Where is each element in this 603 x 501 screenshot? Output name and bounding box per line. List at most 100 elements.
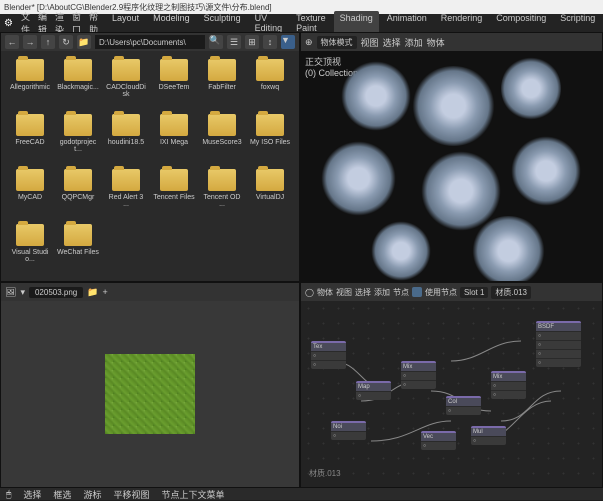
status-box: 框选 <box>53 488 71 501</box>
file-browser-header: ← → ↑ ↻ 📁 D:\Users\pc\Documents\ 🔍 ☰ ⊞ ↕… <box>1 33 299 51</box>
folder-item[interactable]: houdini18.5 <box>103 112 149 165</box>
shader-node[interactable]: Col○ <box>446 396 481 415</box>
shader-node[interactable]: Mul○ <box>471 426 506 445</box>
folder-item[interactable]: Tencent OD ... <box>199 167 245 220</box>
folder-icon <box>112 169 140 191</box>
node-editor-header: ◯ 物体 视图 选择 添加 节点 使用节点 Slot 1 材质.013 <box>301 283 602 301</box>
vp-menu-add[interactable]: 添加 <box>405 36 423 49</box>
status-bar: 🖱 选择 框选 游标 平移视图 节点上下文菜单 <box>0 488 603 500</box>
folder-icon <box>256 169 284 191</box>
sort-icon[interactable]: ↕ <box>263 35 277 49</box>
shader-node[interactable]: Noi○ <box>331 421 366 440</box>
folder-item[interactable]: Tencent Files <box>151 167 197 220</box>
path-input[interactable]: D:\Users\pc\Documents\ <box>95 35 205 49</box>
folder-icon <box>112 114 140 136</box>
vp-menu-select[interactable]: 选择 <box>383 36 401 49</box>
folder-icon <box>64 59 92 81</box>
folder-item[interactable]: foxwq <box>247 57 293 110</box>
mode-dropdown[interactable]: 物体模式 <box>317 36 357 49</box>
viewport-header: ⊕ 物体模式 视图 选择 添加 物体 <box>301 33 602 51</box>
use-nodes-label: 使用节点 <box>425 287 457 298</box>
folder-item[interactable]: FabFilter <box>199 57 245 110</box>
editor-type-icon[interactable]: ◯ <box>305 288 314 297</box>
folder-item[interactable]: godotproject... <box>55 112 101 165</box>
folder-item[interactable]: QQPCMgr <box>55 167 101 220</box>
vp-menu-view[interactable]: 视图 <box>361 36 379 49</box>
folder-item[interactable]: Red Alert 3 ... <box>103 167 149 220</box>
folder-item[interactable]: MuseScore3 <box>199 112 245 165</box>
slot-dropdown[interactable]: Slot 1 <box>460 287 488 298</box>
node-type-dropdown[interactable]: 物体 <box>317 287 333 298</box>
editor-type-icon[interactable]: ⊕ <box>305 37 313 48</box>
node-editor-pane: ◯ 物体 视图 选择 添加 节点 使用节点 Slot 1 材质.013 Tex○… <box>300 282 603 488</box>
folder-item[interactable]: VirtualDJ <box>247 167 293 220</box>
folder-label: Blackmagic... <box>57 84 99 91</box>
folder-item[interactable]: IXI Mega <box>151 112 197 165</box>
image-view-menu[interactable]: ▾ <box>20 287 25 298</box>
material-breadcrumb: 材质.013 <box>309 468 341 479</box>
folder-icon <box>64 169 92 191</box>
folder-label: MuseScore3 <box>202 139 241 146</box>
folder-item[interactable]: CADCloudDisk <box>103 57 149 110</box>
folder-label: Visual Studio... <box>9 249 51 263</box>
use-nodes-checkbox[interactable] <box>412 287 422 297</box>
folder-label: CADCloudDisk <box>105 84 147 98</box>
node-menu-select[interactable]: 选择 <box>355 287 371 298</box>
folder-icon <box>160 114 188 136</box>
folder-label: VirtualDJ <box>256 194 284 201</box>
shader-node[interactable]: BSDF○○○○ <box>536 321 581 367</box>
folder-icon <box>160 169 188 191</box>
status-cursor: 游标 <box>83 488 101 501</box>
folder-item[interactable]: FreeCAD <box>7 112 53 165</box>
shader-node[interactable]: Mix○○ <box>491 371 526 399</box>
node-menu-node[interactable]: 节点 <box>393 287 409 298</box>
status-mouse-icon: 🖱 <box>6 489 11 500</box>
status-select: 选择 <box>23 488 41 501</box>
node-menu-add[interactable]: 添加 <box>374 287 390 298</box>
folder-label: MyCAD <box>18 194 42 201</box>
folder-label: QQPCMgr <box>62 194 95 201</box>
viewport-pane: ⊕ 物体模式 视图 选择 添加 物体 正交顶视(0) Collection <box>300 32 603 282</box>
folder-label: DSeeTem <box>159 84 190 91</box>
shader-node[interactable]: Vec○ <box>421 431 456 450</box>
new-folder-button[interactable]: 📁 <box>77 35 91 49</box>
image-browse-icon[interactable]: 📁 <box>87 287 98 298</box>
folder-item[interactable]: WeChat Files <box>55 222 101 275</box>
folder-icon <box>208 169 236 191</box>
folder-icon <box>64 114 92 136</box>
view-grid-icon[interactable]: ⊞ <box>245 35 259 49</box>
grass-texture-preview <box>105 354 195 434</box>
folder-item[interactable]: Allegorithmic <box>7 57 53 110</box>
node-menu-view[interactable]: 视图 <box>336 287 352 298</box>
folder-item[interactable]: Visual Studio... <box>7 222 53 275</box>
folder-icon <box>112 59 140 81</box>
vp-menu-object[interactable]: 物体 <box>427 36 445 49</box>
shader-node[interactable]: Map○ <box>356 381 391 400</box>
node-graph[interactable]: Tex○○ Map○ Mix○○ Col○ Mix○○ BSDF○○○○ Noi… <box>301 301 602 487</box>
folder-icon <box>256 114 284 136</box>
status-context: 节点上下文菜单 <box>161 488 224 501</box>
status-plane: 平移视图 <box>113 488 149 501</box>
search-icon[interactable]: 🔍 <box>209 35 223 49</box>
top-menu-bar: ⚙ 文件 编辑 渲染 窗口 帮助 Layout Modeling Sculpti… <box>0 14 603 32</box>
back-button[interactable]: ← <box>5 35 19 49</box>
refresh-button[interactable]: ↻ <box>59 35 73 49</box>
shader-node[interactable]: Tex○○ <box>311 341 346 369</box>
folder-item[interactable]: MyCAD <box>7 167 53 220</box>
shader-node[interactable]: Mix○○ <box>401 361 436 389</box>
forward-button[interactable]: → <box>23 35 37 49</box>
image-new-icon[interactable]: + <box>102 287 107 297</box>
viewport-3d[interactable]: 正交顶视(0) Collection <box>301 51 602 282</box>
folder-item[interactable]: My ISO Files <box>247 112 293 165</box>
folder-item[interactable]: DSeeTem <box>151 57 197 110</box>
material-dropdown[interactable]: 材质.013 <box>491 286 531 299</box>
image-filename[interactable]: 020503.png <box>29 287 83 298</box>
view-list-icon[interactable]: ☰ <box>227 35 241 49</box>
folder-icon <box>16 114 44 136</box>
filter-icon[interactable]: ▼ <box>281 35 295 49</box>
image-canvas[interactable] <box>1 301 299 487</box>
folder-item[interactable]: Blackmagic... <box>55 57 101 110</box>
editor-type-icon[interactable]: 🖼 <box>5 287 16 298</box>
folder-label: WeChat Files <box>57 249 99 256</box>
up-button[interactable]: ↑ <box>41 35 55 49</box>
